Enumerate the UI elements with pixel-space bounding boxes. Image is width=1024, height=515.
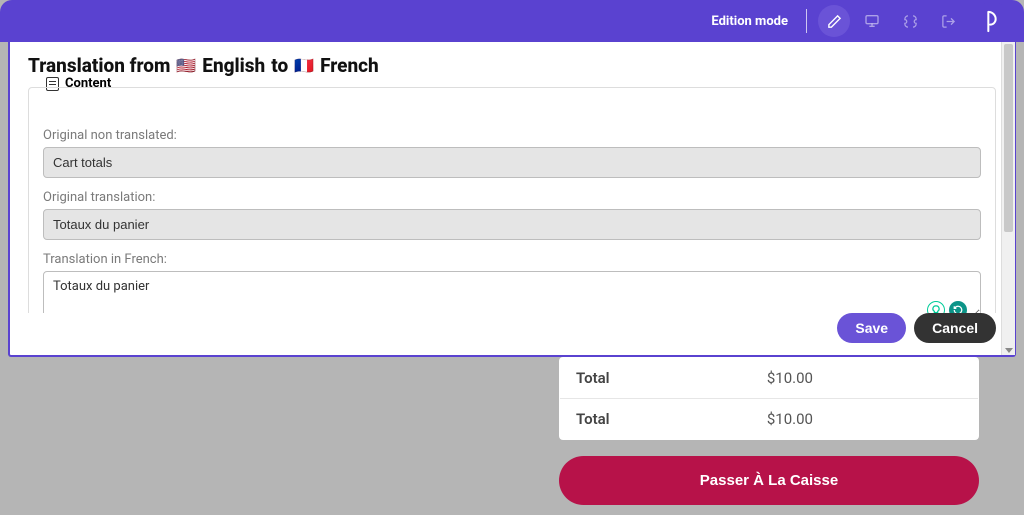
background-cart: Total $10.00 Total $10.00 Passer À La Ca…	[559, 357, 979, 505]
desktop-icon[interactable]	[856, 5, 888, 37]
label-original-non-translated: Original non translated:	[43, 128, 981, 143]
from-lang: English	[202, 54, 265, 77]
title-prefix: Translation from	[28, 54, 170, 77]
checkout-button[interactable]: Passer À La Caisse	[559, 456, 979, 505]
label-original-translation: Original translation:	[43, 190, 981, 205]
separator	[806, 9, 807, 33]
modal-scrollbar[interactable]	[1001, 42, 1015, 355]
modal-title: Translation from 🇺🇸 English to 🇫🇷 French	[28, 54, 996, 77]
code-icon[interactable]	[894, 5, 926, 37]
total-value: $10.00	[751, 399, 979, 440]
top-bar: Edition mode	[0, 0, 1024, 42]
table-row: Total $10.00	[560, 399, 979, 440]
modal-actions: Save Cancel	[10, 313, 1014, 355]
total-label: Total	[560, 399, 751, 440]
cart-totals-table: Total $10.00 Total $10.00	[559, 357, 979, 440]
exit-icon[interactable]	[932, 5, 964, 37]
edit-icon[interactable]	[818, 5, 850, 37]
save-button[interactable]: Save	[837, 313, 906, 343]
total-label: Total	[560, 358, 751, 399]
input-original-translation	[43, 209, 981, 240]
flag-from-icon: 🇺🇸	[176, 58, 196, 74]
brand-icon[interactable]	[973, 2, 1011, 40]
label-translation-in-french: Translation in French:	[43, 252, 981, 267]
content-fieldset: Content Original non translated: Origina…	[28, 87, 996, 313]
input-original-non-translated	[43, 147, 981, 178]
translation-modal: Translation from 🇺🇸 English to 🇫🇷 French…	[8, 42, 1016, 357]
table-row: Total $10.00	[560, 358, 979, 399]
reset-icon[interactable]	[949, 301, 967, 313]
cancel-button[interactable]: Cancel	[914, 313, 996, 343]
suggest-icon[interactable]	[927, 301, 945, 313]
to-lang: French	[320, 54, 379, 77]
input-translation-in-french[interactable]	[43, 271, 981, 313]
flag-to-icon: 🇫🇷	[294, 58, 314, 74]
edition-mode-label: Edition mode	[711, 14, 788, 29]
total-value: $10.00	[751, 358, 979, 399]
to-word: to	[271, 54, 288, 77]
